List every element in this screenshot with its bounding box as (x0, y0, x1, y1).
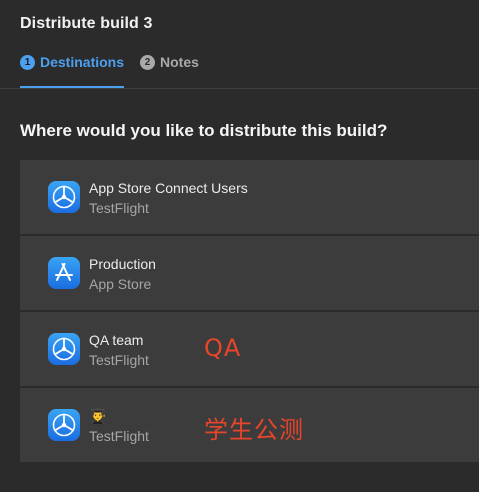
tab-destinations-label: Destinations (40, 54, 125, 70)
step-number-1: 1 (20, 55, 35, 70)
destination-list: App Store Connect Users TestFlight Produ… (20, 160, 479, 464)
destination-type: App Store (89, 276, 152, 292)
destination-name: App Store Connect Users (89, 180, 248, 196)
testflight-icon (48, 409, 80, 441)
tabs-divider (0, 88, 479, 89)
destination-row-app-store-connect-users[interactable]: App Store Connect Users TestFlight (20, 160, 479, 234)
destination-type: TestFlight (89, 352, 149, 368)
testflight-icon (48, 333, 80, 365)
destination-name: QA team (89, 332, 144, 348)
destination-name: Production (89, 256, 156, 272)
tab-destinations[interactable]: 1 Destinations (20, 54, 125, 88)
tab-notes[interactable]: 2 Notes (140, 54, 199, 88)
destination-row-student-beta[interactable]: 👨‍🎓 TestFlight 学生公测 (20, 388, 479, 462)
destination-row-production[interactable]: Production App Store (20, 236, 479, 310)
annotation-label: QA (204, 334, 242, 362)
testflight-icon (48, 181, 80, 213)
annotation-label: 学生公测 (204, 416, 304, 444)
destination-type: TestFlight (89, 200, 149, 216)
tab-notes-label: Notes (160, 54, 199, 70)
step-number-2: 2 (140, 55, 156, 70)
dialog-title: Distribute build 3 (20, 15, 153, 32)
destination-name: 👨‍🎓 (89, 408, 107, 424)
destination-row-qa-team[interactable]: QA team TestFlight QA (20, 312, 479, 386)
destination-type: TestFlight (89, 428, 149, 444)
app-store-icon (48, 257, 80, 289)
destination-question: Where would you like to distribute this … (20, 121, 388, 140)
step-tabs: 1 Destinations 2 Notes (20, 54, 199, 88)
